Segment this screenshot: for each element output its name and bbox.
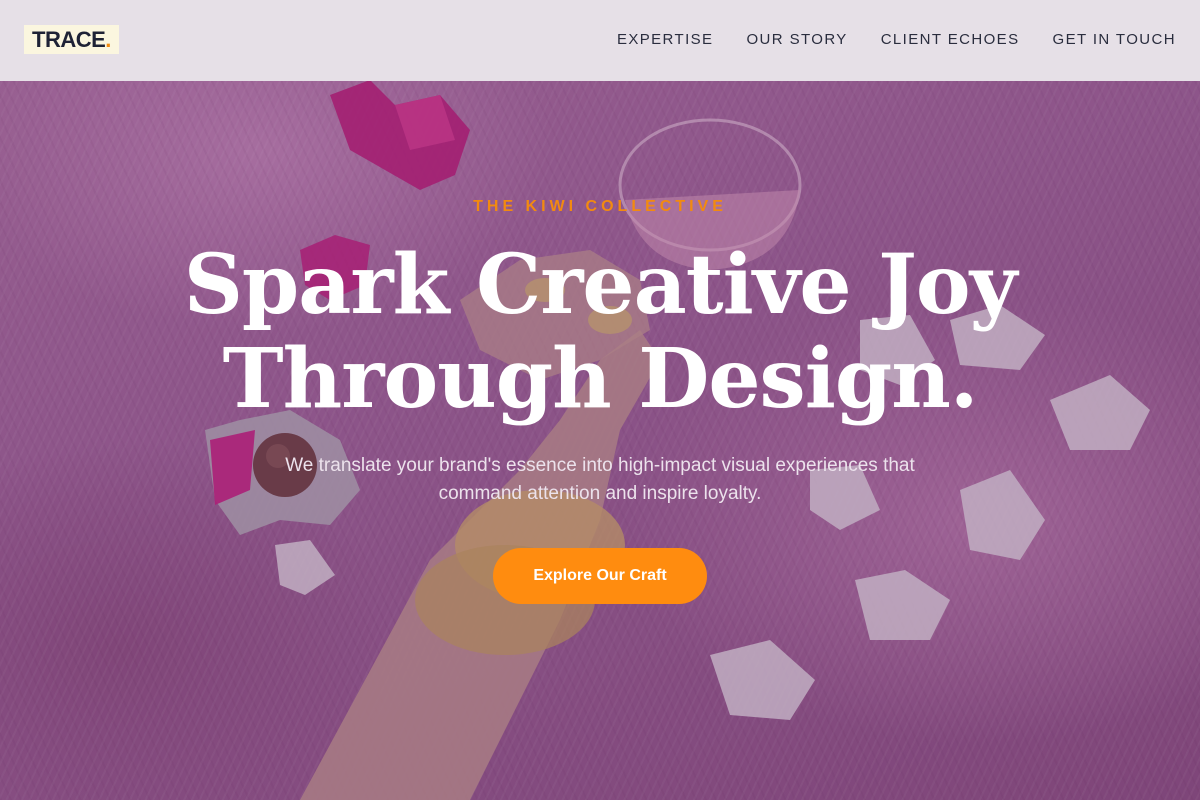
hero-headline-line-1: Spark Creative Joy: [183, 237, 1018, 333]
hero-section: THE KIWI COLLECTIVE Spark Creative Joy T…: [0, 0, 1200, 800]
hero-headline: Spark Creative Joy Through Design.: [0, 238, 1200, 426]
hero-eyebrow: THE KIWI COLLECTIVE: [473, 198, 727, 215]
hero-headline-line-2: Through Design.: [222, 331, 979, 427]
hero-subtext: We translate your brand's essence into h…: [285, 455, 915, 504]
explore-craft-button[interactable]: Explore Our Craft: [493, 548, 707, 604]
